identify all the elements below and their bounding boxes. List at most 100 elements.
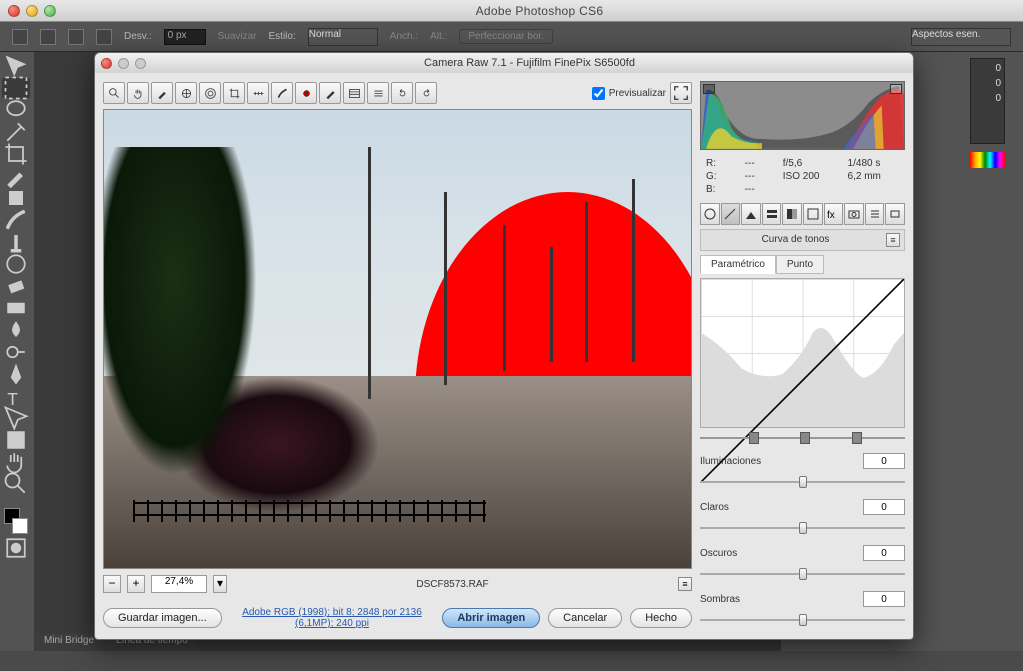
- zoom-in-button[interactable]: +: [127, 575, 145, 593]
- straighten-button[interactable]: [247, 82, 269, 104]
- dialog-close-icon[interactable]: [101, 58, 112, 69]
- zoom-tool[interactable]: [2, 474, 30, 494]
- adjustment-brush-button[interactable]: [319, 82, 341, 104]
- filmstrip-menu-button[interactable]: ≡: [678, 577, 692, 591]
- rotate-cw-button[interactable]: [415, 82, 437, 104]
- zoom-level[interactable]: 27,4%: [151, 575, 207, 593]
- close-window-icon[interactable]: [8, 5, 20, 17]
- fullscreen-button[interactable]: [670, 82, 692, 104]
- pen-tool[interactable]: [2, 364, 30, 384]
- color-sampler-button[interactable]: [175, 82, 197, 104]
- spot-removal-button[interactable]: [271, 82, 293, 104]
- tone-curve-chart[interactable]: [700, 278, 905, 428]
- detail-tab-icon[interactable]: [741, 203, 761, 225]
- zoom-window-icon[interactable]: [44, 5, 56, 17]
- dialog-titlebar[interactable]: Camera Raw 7.1 - Fujifilm FinePix S6500f…: [95, 53, 913, 73]
- eyedropper-tool[interactable]: [2, 166, 30, 186]
- workspace-select[interactable]: Aspectos esen.: [911, 28, 1011, 46]
- hand-tool-button[interactable]: [127, 82, 149, 104]
- image-preview[interactable]: [103, 109, 692, 569]
- tone-curve-tab-icon[interactable]: [721, 203, 741, 225]
- heal-tool[interactable]: [2, 188, 30, 208]
- g-label: G:: [706, 171, 735, 182]
- marquee-tool[interactable]: [2, 78, 30, 98]
- antialias-label: Suavizar: [218, 31, 257, 42]
- shadow-clip-icon[interactable]: [703, 84, 715, 94]
- style-select[interactable]: Normal: [308, 28, 378, 46]
- graduated-filter-button[interactable]: [343, 82, 365, 104]
- shape-tool[interactable]: [2, 430, 30, 450]
- lights-field[interactable]: [863, 499, 905, 515]
- layout3-icon[interactable]: [96, 29, 112, 45]
- done-button[interactable]: Hecho: [630, 608, 692, 628]
- region-split-slider[interactable]: [700, 434, 905, 441]
- basic-tab-icon[interactable]: [700, 203, 720, 225]
- shadows-slider[interactable]: [700, 613, 905, 625]
- svg-text:fx: fx: [827, 210, 835, 220]
- preview-checkbox[interactable]: [592, 87, 605, 100]
- stamp-tool[interactable]: [2, 232, 30, 252]
- camera-raw-toolbar: Previsualizar: [103, 81, 692, 105]
- save-image-button[interactable]: Guardar imagen...: [103, 608, 222, 628]
- hue-strip[interactable]: [970, 152, 1005, 168]
- gradient-tool[interactable]: [2, 298, 30, 318]
- eraser-tool[interactable]: [2, 276, 30, 296]
- zoom-out-button[interactable]: −: [103, 575, 121, 593]
- marquee-tool-icon[interactable]: [12, 29, 28, 45]
- r-label: R:: [706, 158, 735, 169]
- path-tool[interactable]: [2, 408, 30, 428]
- prefs-button[interactable]: [367, 82, 389, 104]
- open-image-button[interactable]: Abrir imagen: [442, 608, 540, 628]
- type-tool[interactable]: T: [2, 386, 30, 406]
- zoom-tool-button[interactable]: [103, 82, 125, 104]
- fx-tab-icon[interactable]: fx: [824, 203, 844, 225]
- cancel-button[interactable]: Cancelar: [548, 608, 622, 628]
- lens-tab-icon[interactable]: [803, 203, 823, 225]
- darks-slider[interactable]: [700, 567, 905, 579]
- blur-tool[interactable]: [2, 320, 30, 340]
- refine-edge-button[interactable]: Perfeccionar bor.: [459, 29, 553, 44]
- shadows-field[interactable]: [863, 591, 905, 607]
- split-tone-tab-icon[interactable]: [782, 203, 802, 225]
- dodge-tool[interactable]: [2, 342, 30, 362]
- brush-tool[interactable]: [2, 210, 30, 230]
- hsl-tab-icon[interactable]: [762, 203, 782, 225]
- panel-menu-button[interactable]: ≡: [886, 233, 900, 247]
- snapshots-tab-icon[interactable]: [885, 203, 905, 225]
- crop-tool[interactable]: [2, 144, 30, 164]
- camera-tab-icon[interactable]: [844, 203, 864, 225]
- wand-tool[interactable]: [2, 122, 30, 142]
- zoom-bar: − + 27,4% ▾ DSCF8573.RAF ≡: [103, 573, 692, 595]
- foreground-background-colors[interactable]: [2, 506, 30, 536]
- presets-tab-icon[interactable]: [865, 203, 885, 225]
- width-label: Anch.:: [390, 31, 418, 42]
- darks-field[interactable]: [863, 545, 905, 561]
- histogram[interactable]: [700, 81, 905, 150]
- history-brush-tool[interactable]: [2, 254, 30, 274]
- color-value: 0: [971, 78, 1001, 89]
- lights-slider[interactable]: [700, 521, 905, 533]
- rotate-ccw-button[interactable]: [391, 82, 413, 104]
- workflow-link[interactable]: Adobe RGB (1998); bit 8; 2848 por 2136 (…: [230, 607, 435, 629]
- minimize-window-icon[interactable]: [26, 5, 38, 17]
- color-panel[interactable]: 0 0 0: [970, 58, 1005, 144]
- feather-label: Desv.:: [124, 31, 152, 42]
- highlights-slider[interactable]: [700, 475, 905, 487]
- targeted-adjust-button[interactable]: [199, 82, 221, 104]
- white-balance-button[interactable]: [151, 82, 173, 104]
- parametric-tab[interactable]: Paramétrico: [700, 255, 776, 274]
- redeye-button[interactable]: [295, 82, 317, 104]
- layout-icon[interactable]: [40, 29, 56, 45]
- zoom-menu-button[interactable]: ▾: [213, 575, 227, 593]
- hand-tool[interactable]: [2, 452, 30, 472]
- layout2-icon[interactable]: [68, 29, 84, 45]
- quickmask-icon[interactable]: [2, 538, 30, 558]
- curve-subtabs: Paramétrico Punto: [700, 255, 905, 274]
- feather-field[interactable]: 0 px: [164, 29, 206, 45]
- highlight-clip-icon[interactable]: [890, 84, 902, 94]
- lasso-tool[interactable]: [2, 100, 30, 120]
- preview-label: Previsualizar: [609, 88, 666, 99]
- point-tab[interactable]: Punto: [776, 255, 824, 274]
- move-tool[interactable]: [2, 56, 30, 76]
- crop-button[interactable]: [223, 82, 245, 104]
